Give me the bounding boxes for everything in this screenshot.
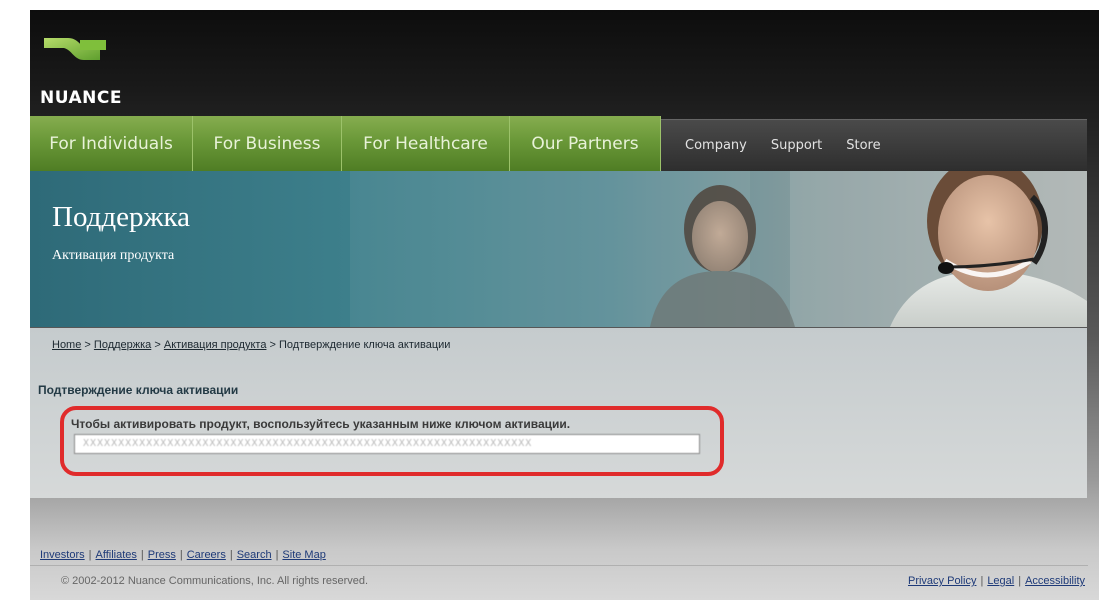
footer-link-legal[interactable]: Legal [987,575,1014,587]
activation-key-field[interactable]: XXXXXXXXXXXXXXXXXXXXXXXXXXXXXXXXXXXXXXXX… [74,434,700,454]
nuance-logo[interactable]: NUANCE [40,26,130,108]
primary-nav: For Individuals For Business For Healthc… [30,116,661,171]
footer-separator: | [179,549,183,561]
footer-divider [30,565,1088,566]
footer-legal-links: Privacy Policy | Legal | Accessibility [908,575,1085,587]
tab-for-individuals[interactable]: For Individuals [30,116,193,171]
footer-link-accessibility[interactable]: Accessibility [1025,575,1085,587]
copyright: © 2002-2012 Nuance Communications, Inc. … [61,575,369,587]
logo-text: NUANCE [40,88,122,108]
footer-links: Investors | Affiliates | Press | Careers | Searc… [40,549,326,561]
footer-link-investors[interactable]: Investors [40,549,85,561]
footer-link-privacy-policy[interactable]: Privacy Policy [908,575,976,587]
footer-separator: | [980,575,984,587]
footer-separator: | [275,549,279,561]
tab-for-business[interactable]: For Business [193,116,342,171]
breadcrumb: Home > Поддержка > Активация продукта > … [52,339,450,351]
footer-separator: | [229,549,233,561]
footer-link-search[interactable]: Search [237,549,272,561]
breadcrumb-current: Подтверждение ключа активации [279,339,451,351]
banner-background-photo [350,171,1087,327]
main-content: Home > Поддержка > Активация продукта > … [30,328,1087,498]
tab-our-partners[interactable]: Our Partners [510,116,661,171]
page: NUANCE For Individuals For Business For … [30,10,1099,600]
footer-separator: | [140,549,144,561]
footer-link-careers[interactable]: Careers [187,549,226,561]
breadcrumb-separator: > [269,339,276,351]
main-nav: For Individuals For Business For Healthc… [30,116,1087,171]
footer-link-press[interactable]: Press [148,549,176,561]
secondary-nav: Company Support Store [685,120,905,171]
breadcrumb-home[interactable]: Home [52,339,81,351]
footer-separator: | [88,549,92,561]
breadcrumb-activation[interactable]: Активация продукта [164,339,267,351]
breadcrumb-separator: > [154,339,161,351]
nuance-logo-icon [44,38,106,60]
page-subtitle: Активация продукта [52,248,175,263]
hero-banner: Поддержка Активация продукта [30,171,1087,327]
footer-link-site-map[interactable]: Site Map [282,549,325,561]
tab-for-healthcare[interactable]: For Healthcare [342,116,510,171]
section-title: Подтверждение ключа активации [38,383,239,397]
nav-company[interactable]: Company [685,138,747,153]
footer-separator: | [1018,575,1022,587]
page-title: Поддержка [52,201,191,233]
nav-store[interactable]: Store [846,138,880,153]
breadcrumb-separator: > [84,339,91,351]
nav-support[interactable]: Support [771,138,822,153]
footer-link-affiliates[interactable]: Affiliates [96,549,137,561]
activation-instruction: Чтобы активировать продукт, воспользуйте… [71,417,571,431]
breadcrumb-support[interactable]: Поддержка [94,339,151,351]
